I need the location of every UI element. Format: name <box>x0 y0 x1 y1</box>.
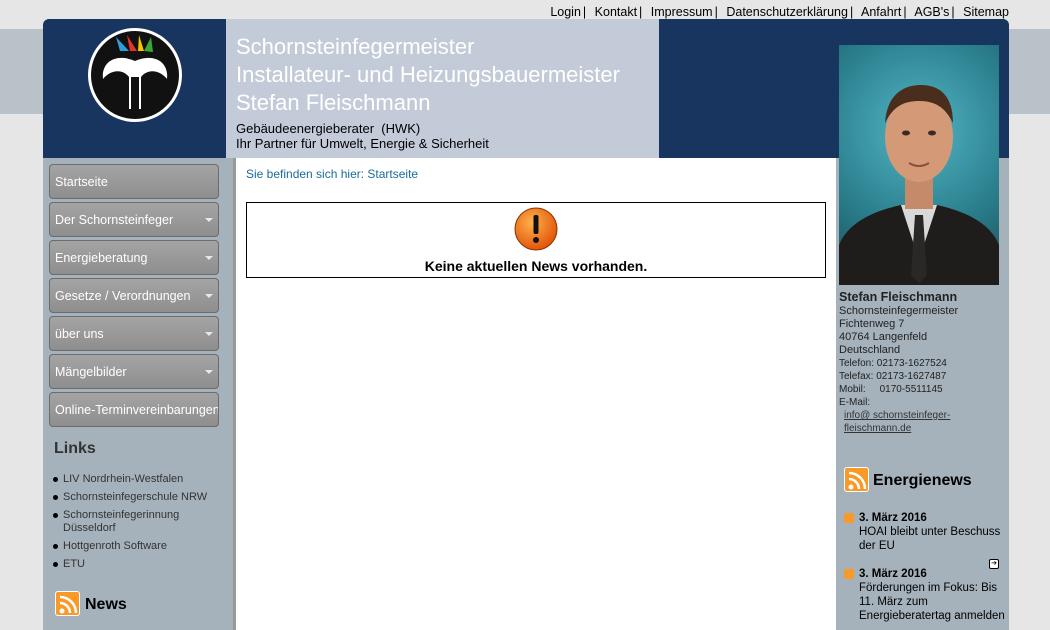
chimney-sweep-guild-logo-icon[interactable] <box>87 27 183 123</box>
nav-startseite[interactable]: Startseite <box>49 164 219 199</box>
contact-email-label: E-Mail: <box>839 397 871 408</box>
site-title-box: Schornsteinfegermeister Installateur- un… <box>226 19 659 158</box>
energienews-heading: Energienews <box>873 472 972 489</box>
link-item[interactable]: Schornsteinfegerinnung Düsseldorf <box>52 509 222 535</box>
bullet-icon <box>53 562 58 567</box>
nav-ueber-uns[interactable]: über uns <box>49 316 219 351</box>
energienews-rss-icon[interactable] <box>844 467 869 492</box>
warning-icon <box>514 207 558 251</box>
chevron-down-icon <box>205 256 213 260</box>
topnav-impressum[interactable]: Impressum <box>651 5 713 19</box>
top-navigation: Login | Kontakt | Impressum | Datenschutzer… <box>550 5 1009 19</box>
contact-email-link[interactable]: info@ schornsteinfeger-fleischmann.de <box>839 409 959 435</box>
page-wrapper: Schornsteinfegermeister Installateur- un… <box>43 19 1009 630</box>
topnav-agb[interactable]: AGB's <box>914 5 949 19</box>
contact-city: 40764 Langenfeld <box>839 331 928 343</box>
energienews-item[interactable]: 3. März 2016 HOAI bleibt unter Beschuss … <box>844 511 1009 553</box>
title-line-1: Schornsteinfegermeister <box>236 34 475 59</box>
bullet-icon <box>53 495 58 500</box>
nav-der-schornsteinfeger[interactable]: Der Schornsteinfeger <box>49 202 219 237</box>
bullet-icon <box>53 513 58 518</box>
topnav-kontakt[interactable]: Kontakt <box>595 5 637 19</box>
chevron-down-icon <box>205 332 213 336</box>
links-heading: Links <box>54 440 96 457</box>
main-content: Sie befinden sich hier: Startseite Keine… <box>233 158 839 630</box>
energienews-date: 3. März 2016 <box>859 568 927 580</box>
energienews-date: 3. März 2016 <box>859 512 927 524</box>
nav-energieberatung[interactable]: Energieberatung <box>49 240 219 275</box>
contact-country: Deutschland <box>839 344 901 356</box>
link-item[interactable]: Hottgenroth Software <box>52 540 222 553</box>
link-item[interactable]: Schornsteinfegerschule NRW <box>52 491 222 504</box>
contact-fax: Telefax: 02173-1627487 <box>839 371 947 382</box>
energienews-item[interactable]: 3. März 2016 Förderungen im Fokus: Bis 1… <box>844 567 1009 623</box>
nav-gesetze-verordnungen[interactable]: Gesetze / Verordnungen <box>49 278 219 313</box>
portrait-photo <box>839 45 999 285</box>
topnav-anfahrt[interactable]: Anfahrt <box>861 5 901 19</box>
chevron-down-icon <box>205 370 213 374</box>
no-news-message: Keine aktuellen News vorhanden. <box>424 258 648 274</box>
energienews-text: HOAI bleibt unter Beschuss der EU <box>859 526 1001 552</box>
topnav-datenschutz[interactable]: Datenschutzerklärung <box>726 5 848 19</box>
bullet-icon <box>53 477 58 482</box>
link-item[interactable]: ETU <box>52 558 222 571</box>
contact-mobile: Mobil: 0170-5511145 <box>839 384 943 395</box>
subtitle-1: Gebäudeenergieberater (HWK) <box>236 121 421 136</box>
contact-street: Fichtenweg 7 <box>839 318 905 330</box>
chevron-down-icon <box>205 294 213 298</box>
breadcrumb[interactable]: Sie befinden sich hier: Startseite <box>246 167 418 181</box>
nav-online-terminvereinbarungen[interactable]: Online-Terminvereinbarungen <box>49 392 219 427</box>
nav-maengelbilder[interactable]: Mängelbilder <box>49 354 219 389</box>
title-line-2: Installateur- und Heizungsbauermeister <box>236 62 620 87</box>
rss-icon <box>844 513 854 523</box>
energienews-text: Förderungen im Fokus: Bis 11. März zum E… <box>859 582 1005 622</box>
subtitle-2: Ihr Partner für Umwelt, Energie & Sicher… <box>236 136 489 151</box>
link-item[interactable]: LIV Nordrhein-Westfalen <box>52 473 222 486</box>
bullet-icon <box>53 544 58 549</box>
chevron-down-icon <box>205 218 213 222</box>
news-box: Keine aktuellen News vorhanden. <box>246 202 826 278</box>
contact-role: Schornsteinfegermeister <box>839 305 959 317</box>
left-sidebar: Startseite Der Schornsteinfeger Energieb… <box>43 158 233 630</box>
contact-phone: Telefon: 02173-1627524 <box>839 358 947 369</box>
topnav-sitemap[interactable]: Sitemap <box>963 5 1009 19</box>
contact-block: Stefan Fleischmann Schornsteinfegermeist… <box>839 290 959 435</box>
links-list: LIV Nordrhein-Westfalen Schornsteinfeger… <box>52 473 222 576</box>
title-line-3: Stefan Fleischmann <box>236 90 431 115</box>
news-heading: News <box>85 596 127 613</box>
contact-name: Stefan Fleischmann <box>839 290 958 304</box>
topnav-login[interactable]: Login <box>550 5 581 19</box>
rss-icon <box>844 569 854 579</box>
rss-icon[interactable] <box>55 591 80 616</box>
